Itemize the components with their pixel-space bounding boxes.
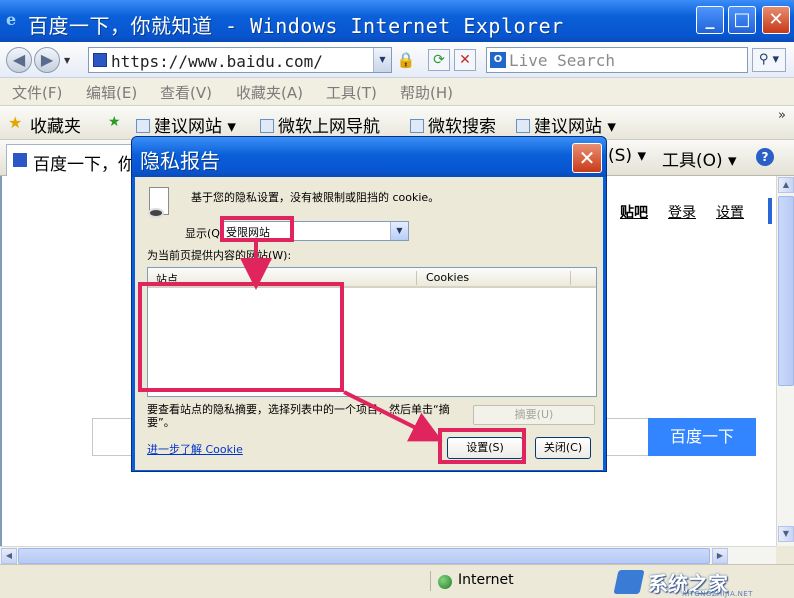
annotation-arrows (240, 242, 443, 442)
arrow-to-settings (343, 390, 443, 442)
